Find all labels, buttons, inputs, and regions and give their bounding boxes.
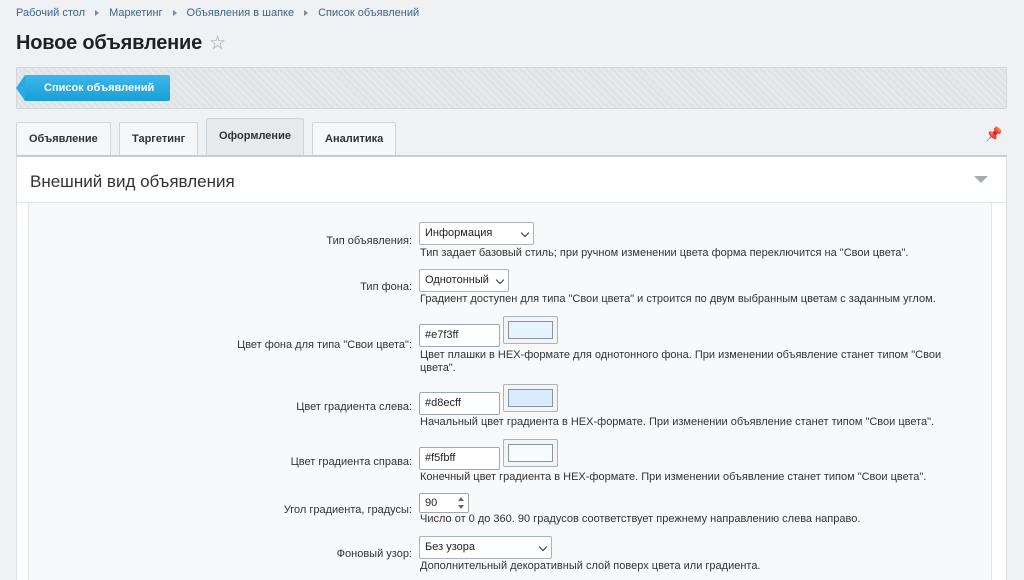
pattern-hint: Дополнительный декоративный слой поверх … [420,560,761,572]
ad-type-label: Тип объявления: [326,235,412,247]
gradient-right-hint: Конечный цвет градиента в HEX-формате. П… [420,471,927,483]
pattern-value: Без узора [425,541,475,553]
gradient-left-hint: Начальный цвет градиента в HEX-формате. … [420,416,935,428]
section-title: Внешний вид объявления [30,172,235,191]
bg-color-swatch-fill [508,321,553,339]
bg-color-input[interactable]: #e7f3ff [419,324,500,347]
chevron-down-icon [520,228,530,238]
ad-type-value: Информация [425,227,493,239]
breadcrumb-item-marketing[interactable]: Маркетинг [109,7,162,19]
pin-icon[interactable]: 📌 [985,126,1002,143]
tab-targeting[interactable]: Таргетинг [119,122,199,155]
ads-list-button[interactable]: Список объявлений [15,75,171,101]
tab-analytics[interactable]: Аналитика [312,122,397,155]
breadcrumb-separator-icon [95,10,100,16]
bg-color-hint: Цвет плашки в HEX-формате для однотонног… [420,349,942,374]
gradient-left-label: Цвет градиента слева: [296,401,412,413]
breadcrumb-item-header-ads[interactable]: Объявления в шапке [187,7,295,19]
page-title: Новое объявление [16,32,203,54]
collapse-icon[interactable] [974,176,988,183]
breadcrumb-item-ads-list[interactable]: Список объявлений [318,7,419,19]
gradient-right-label: Цвет градиента справа: [290,456,412,468]
chevron-down-icon [538,542,548,552]
breadcrumb: Рабочий стол Маркетинг Объявления в шапк… [16,7,419,19]
pattern-select[interactable]: Без узора [419,536,552,559]
gradient-angle-hint: Число от 0 до 360. 90 градусов соответст… [420,513,861,525]
gradient-angle-label: Угол градиента, градусы: [283,504,412,516]
gradient-right-swatch-fill [508,444,553,462]
bg-type-select[interactable]: Однотонный [419,269,509,292]
spinner-icon[interactable] [456,496,466,510]
tab-appearance[interactable]: Оформление [206,118,304,156]
gradient-left-swatch-fill [508,389,553,407]
chevron-down-icon [495,275,505,285]
bg-color-swatch[interactable] [503,316,558,344]
breadcrumb-separator-icon [304,10,309,16]
ad-type-select[interactable]: Информация [419,222,534,245]
toolbar: Список объявлений [15,67,1007,109]
ad-type-hint: Тип задает базовый стиль; при ручном изм… [420,247,909,259]
bg-color-label: Цвет фона для типа "Свои цвета": [237,339,412,351]
bg-type-hint: Градиент доступен для типа "Свои цвета" … [420,293,936,305]
gradient-right-input[interactable]: #f5fbff [419,447,500,470]
gradient-angle-value: 90 [425,497,438,509]
gradient-right-swatch[interactable] [503,439,558,467]
gradient-left-input[interactable]: #d8ecff [419,392,500,415]
bg-type-label: Тип фона: [360,281,412,293]
gradient-left-swatch[interactable] [503,384,558,412]
breadcrumb-item-desktop[interactable]: Рабочий стол [16,7,85,19]
star-icon[interactable]: ☆ [209,34,226,54]
breadcrumb-separator-icon [172,10,177,16]
bg-type-value: Однотонный [425,274,489,286]
tab-announcement[interactable]: Объявление [16,122,111,155]
pattern-label: Фоновый узор: [336,548,412,560]
gradient-angle-input[interactable]: 90 [419,493,469,513]
